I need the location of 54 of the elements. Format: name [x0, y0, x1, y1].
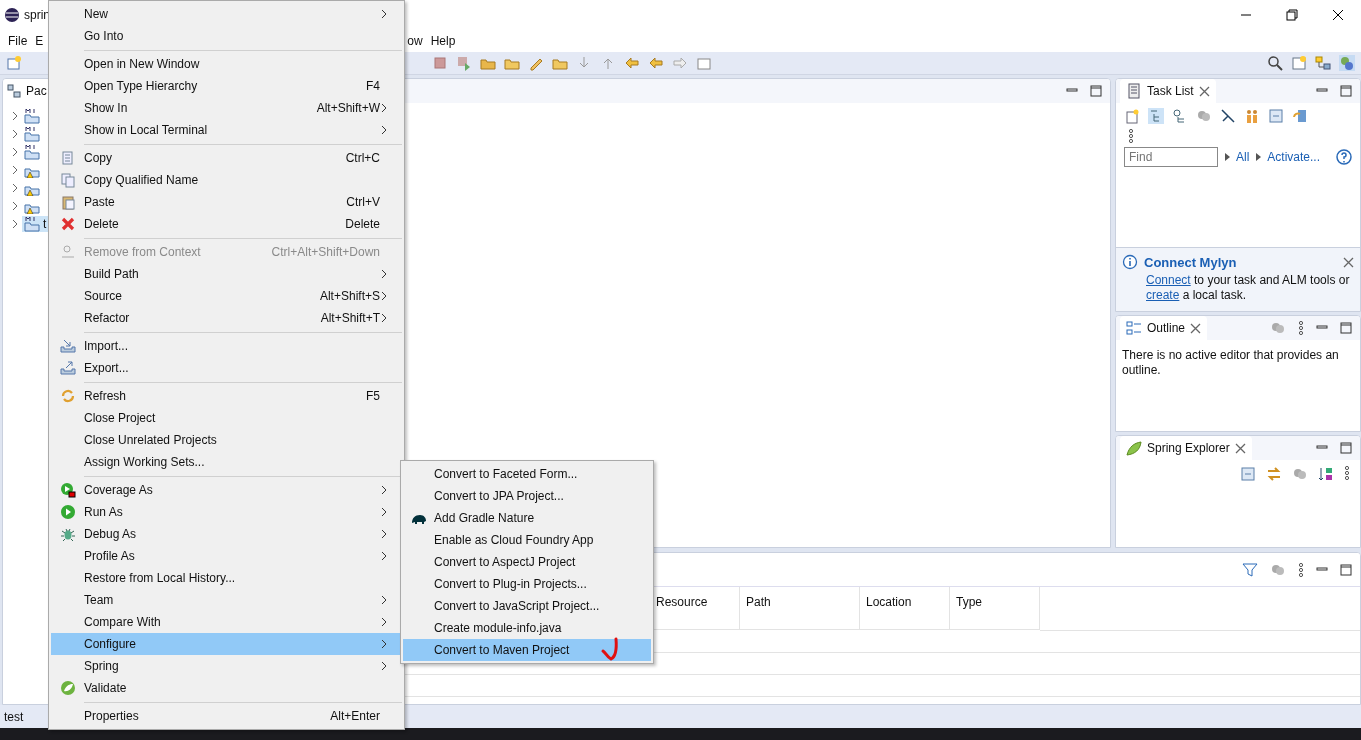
column-header[interactable]: Location	[860, 587, 950, 631]
menu-item[interactable]: Build Path	[51, 263, 402, 285]
menu-item[interactable]: Assign Working Sets...	[51, 451, 402, 473]
banner-text: Connect to your task and ALM tools or create a local task.	[1145, 273, 1351, 303]
filter-link[interactable]: Activate...	[1267, 150, 1321, 164]
menu-item[interactable]: Open Type Hierarchy F4	[51, 75, 402, 97]
menu-item[interactable]: Restore from Local History...	[51, 567, 402, 589]
view-tab[interactable]: Spring Explorer	[1120, 436, 1252, 460]
menu-item[interactable]: Validate	[51, 677, 402, 699]
project-item[interactable]: t	[22, 216, 49, 232]
menu-item[interactable]: Convert to Faceted Form...	[403, 463, 651, 485]
menu-item[interactable]: Paste Ctrl+V	[51, 191, 402, 213]
find-field[interactable]: Find	[1124, 147, 1218, 167]
banner-link[interactable]: create	[1146, 288, 1180, 302]
menu-item[interactable]: Convert to JPA Project...	[403, 485, 651, 507]
menu-item[interactable]: Close Project	[51, 407, 402, 429]
menu-item[interactable]: Convert to Plug-in Projects...	[403, 573, 651, 595]
menu-item[interactable]: Refresh F5	[51, 385, 402, 407]
menu-item[interactable]: Copy Ctrl+C	[51, 147, 402, 169]
view-tab[interactable]: Task List	[1120, 79, 1216, 103]
menu-item[interactable]: Coverage As	[51, 479, 402, 501]
menu-item[interactable]: New	[51, 3, 402, 25]
menu-item[interactable]: Convert to JavaScript Project...	[403, 595, 651, 617]
menu-item[interactable]: File	[4, 34, 32, 48]
menu-item[interactable]: Go Into	[51, 25, 402, 47]
view-tab[interactable]: Outline	[1120, 316, 1208, 340]
menu-item[interactable]: Convert to Maven Project	[403, 639, 651, 661]
menu-item[interactable]: Export...	[51, 357, 402, 379]
menu-item[interactable]: Enable as Cloud Foundry App	[403, 529, 651, 551]
menu-item[interactable]: Add Gradle Nature	[403, 507, 651, 529]
menu-item[interactable]: Create module-info.java	[403, 617, 651, 639]
menu-item[interactable]: Close Unrelated Projects	[51, 429, 402, 451]
menu-item[interactable]: E	[31, 34, 48, 48]
menu-item[interactable]: Refactor Alt+Shift+T	[51, 307, 402, 329]
menu-item[interactable]: Show In Alt+Shift+W	[51, 97, 402, 119]
menu-item[interactable]: Source Alt+Shift+S	[51, 285, 402, 307]
view-tab[interactable]: Pac	[3, 79, 50, 103]
menu-item[interactable]: Debug As	[51, 523, 402, 545]
status-text: test	[4, 709, 24, 724]
menu-item[interactable]: Show in Local Terminal	[51, 119, 402, 141]
banner-link[interactable]: Connect	[1146, 273, 1191, 287]
column-header[interactable]: Path	[740, 587, 860, 631]
menu-item[interactable]: ow	[403, 34, 427, 48]
menu-item[interactable]: Delete Delete	[51, 213, 402, 235]
banner-title: Connect Mylyn	[1144, 254, 1237, 270]
menu-item[interactable]: Help	[426, 34, 460, 48]
menu-item[interactable]: Import...	[51, 335, 402, 357]
filter-link[interactable]: All	[1236, 150, 1250, 164]
menu-item[interactable]: Configure	[51, 633, 402, 655]
menu-item[interactable]: Copy Qualified Name	[51, 169, 402, 191]
outline-message: There is no active editor that provides an outline.	[1121, 347, 1340, 379]
column-header[interactable]: Type	[950, 587, 1040, 631]
menu-item[interactable]: Convert to AspectJ Project	[403, 551, 651, 573]
menu-item[interactable]: Properties Alt+Enter	[51, 705, 402, 727]
